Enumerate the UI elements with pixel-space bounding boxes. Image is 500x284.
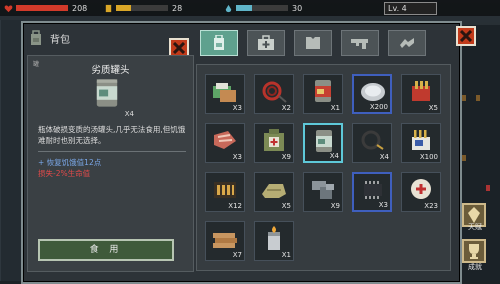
wood-icon <box>213 233 237 248</box>
tab-backpack[interactable] <box>200 30 238 56</box>
building-window <box>462 95 466 101</box>
hp-bar <box>16 5 68 11</box>
water-bar <box>236 5 288 11</box>
inventory-slot[interactable]: X1 <box>254 221 294 261</box>
backpack-icon <box>31 30 41 45</box>
inventory-slot[interactable]: X100 <box>401 123 441 163</box>
slot-quantity: X4 <box>329 152 339 160</box>
effect-negative: 损失-2%生命值 <box>38 169 91 178</box>
medicine-icon <box>411 179 431 199</box>
inventory-slot-selected[interactable]: X4 <box>303 123 343 163</box>
inventory-slot[interactable]: X4 <box>352 123 392 163</box>
item-detail-quantity: X4 <box>124 110 134 118</box>
slot-quantity: X7 <box>232 251 242 259</box>
slot-quantity: X3 <box>378 201 388 209</box>
slot-quantity: X2 <box>281 104 291 112</box>
slot-quantity: X4 <box>379 153 389 161</box>
slot-quantity: X1 <box>330 104 340 112</box>
slot-quantity: X200 <box>369 103 388 111</box>
background-building-left <box>0 20 23 281</box>
inventory-slot[interactable]: X200 <box>352 74 392 114</box>
item-detail-image: X4 <box>90 76 134 118</box>
can-icon <box>96 79 118 107</box>
inventory-slot[interactable]: X2 <box>254 74 294 114</box>
inventory-grid: X3 X2 X1 X200 X5 X3 X9 X4 X4 X100 X12 X5… <box>196 64 451 271</box>
pipe-icon <box>312 181 334 199</box>
water-value: 30 <box>292 3 303 13</box>
item-detail-panel: 罐 劣质罐头 X4 瓶体破损变质的汤罐头,几乎无法食用,但饥饿难耐时也别无选择。… <box>27 55 194 272</box>
slot-quantity: X9 <box>330 202 340 210</box>
rope-icon <box>262 81 287 103</box>
slot-quantity: X23 <box>424 202 438 210</box>
level-indicator: Lv. 4 <box>384 2 437 15</box>
gun-icon <box>351 39 368 49</box>
inventory-slot[interactable]: X5 <box>401 74 441 114</box>
inventory-slot[interactable]: X3 <box>205 123 245 163</box>
tab-armor[interactable] <box>294 30 332 56</box>
slot-quantity: X3 <box>232 153 242 161</box>
tab-medical[interactable] <box>247 30 285 56</box>
slot-quantity: X5 <box>428 104 438 112</box>
achievement-button[interactable] <box>462 239 486 263</box>
building-window <box>462 155 466 161</box>
inventory-slot[interactable]: X7 <box>205 221 245 261</box>
ammo-box-icon <box>412 81 430 101</box>
talent-label: 天赋 <box>468 223 482 231</box>
heart-icon <box>4 4 13 12</box>
cable-icon <box>361 130 384 150</box>
water-stat: 30 <box>224 3 302 13</box>
effect-positive: + 恢复饥饿值12点 <box>38 158 102 167</box>
status-bar: 208 28 30 Lv. 4 <box>0 0 500 16</box>
use-button[interactable]: 食 用 <box>38 239 174 261</box>
backpack-icon <box>214 35 224 50</box>
hp-value: 208 <box>72 3 88 13</box>
medkit-icon <box>258 35 274 50</box>
slot-quantity: X100 <box>419 153 438 161</box>
bandage-icon <box>213 83 236 102</box>
inventory-slot[interactable]: X1 <box>303 74 343 114</box>
inventory-slot[interactable]: X9 <box>254 123 294 163</box>
cloth-icon <box>262 184 286 198</box>
inventory-slot[interactable]: X3 <box>205 74 245 114</box>
item-description: 瓶体破损变质的汤罐头,几乎无法食用,但饥饿难耐时也别无选择。 <box>38 125 186 145</box>
shells-icon <box>214 182 236 198</box>
bag-title: 背包 <box>50 34 70 46</box>
armor-icon <box>306 37 320 49</box>
close-icon <box>173 42 185 54</box>
food-icon <box>105 4 112 12</box>
building-window <box>486 185 490 191</box>
close-window-button[interactable] <box>456 26 476 46</box>
inventory-slot[interactable]: X9 <box>303 172 343 212</box>
tab-materials[interactable] <box>388 30 426 56</box>
bag-header: 背包 <box>28 28 70 48</box>
building-window <box>476 95 480 101</box>
slot-quantity: X1 <box>281 251 291 259</box>
food-value: 28 <box>172 3 183 13</box>
close-icon <box>460 30 472 42</box>
inventory-slot[interactable]: X5 <box>254 172 294 212</box>
can-icon <box>315 80 331 102</box>
water-icon <box>225 4 232 12</box>
slot-quantity: X3 <box>232 104 242 112</box>
parts-icon <box>400 38 414 48</box>
item-name: 劣质罐头 <box>91 65 130 76</box>
slot-quantity: X5 <box>281 202 291 210</box>
lighter-icon <box>268 226 280 250</box>
bullet-crate-icon <box>412 130 430 150</box>
food-bar <box>116 5 168 11</box>
hp-stat: 208 <box>4 3 87 13</box>
inventory-slot[interactable]: X23 <box>401 172 441 212</box>
inventory-slot[interactable]: X3 <box>352 172 392 212</box>
slot-quantity: X12 <box>228 202 242 210</box>
trophy-icon <box>469 244 479 259</box>
aid-bag-icon <box>264 129 284 151</box>
meat-icon <box>214 131 236 149</box>
food-stat: 28 <box>104 3 182 13</box>
inventory-slot[interactable]: X12 <box>205 172 245 212</box>
divider <box>38 151 186 152</box>
slot-quantity: X9 <box>281 153 291 161</box>
tab-weapons[interactable] <box>341 30 379 56</box>
achievement-label: 成就 <box>468 263 482 271</box>
